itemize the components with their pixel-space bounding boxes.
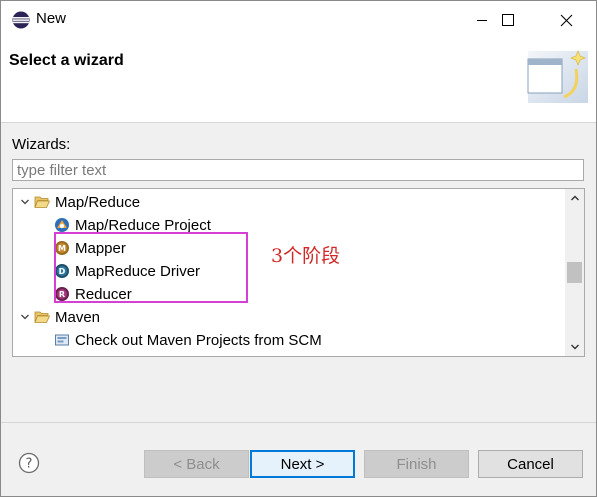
tree-item-mapreduce[interactable]: Map/Reduce: [17, 191, 140, 213]
back-button[interactable]: < Back: [144, 450, 249, 478]
folder-open-icon: [33, 309, 50, 326]
footer-separator: [1, 422, 596, 423]
close-button[interactable]: [543, 1, 589, 39]
cancel-button[interactable]: Cancel: [478, 450, 583, 478]
tree-item-label: Map/Reduce Project: [75, 216, 211, 234]
filter-input[interactable]: [12, 159, 584, 181]
chevron-up-icon: [570, 195, 579, 201]
annotation-label: 3个阶段: [271, 245, 341, 267]
scroll-up-button[interactable]: [565, 189, 584, 207]
tree-item-partial[interactable]: [53, 352, 75, 357]
chevron-down-icon[interactable]: [17, 312, 33, 322]
chevron-down-icon: [570, 344, 579, 350]
next-button[interactable]: Next >: [250, 450, 355, 478]
tree-item-maven-checkout[interactable]: Check out Maven Projects from SCM: [53, 329, 322, 351]
tree-item-label: Reducer: [75, 285, 132, 303]
svg-text:R: R: [58, 290, 64, 299]
maven-project-icon: [53, 355, 70, 357]
new-wizard-banner-icon: [527, 50, 588, 103]
svg-text:M: M: [58, 244, 66, 253]
tree-item-mapreduce-driver[interactable]: D MapReduce Driver: [53, 260, 200, 282]
finish-button[interactable]: Finish: [364, 450, 469, 478]
close-icon: [560, 14, 572, 26]
title-bar: New: [1, 1, 596, 39]
tree-item-label: Mapper: [75, 239, 126, 257]
mapreduce-project-icon: [53, 217, 70, 234]
eclipse-icon: [12, 11, 30, 29]
wizard-tree[interactable]: Map/Reduce Map/Reduce Project M Mapper D…: [12, 188, 585, 357]
tree-scrollbar[interactable]: [565, 189, 584, 356]
chevron-down-icon[interactable]: [17, 197, 33, 207]
page-title: Select a wizard: [9, 52, 124, 69]
tree-item-label: Maven: [55, 308, 101, 326]
tree-item-mapreduce-project[interactable]: Map/Reduce Project: [53, 214, 211, 236]
tree-item-maven[interactable]: Maven: [17, 306, 100, 328]
new-wizard-dialog: New Select a wizard Wizards: type filter…: [0, 0, 597, 497]
maven-checkout-icon: [53, 332, 70, 349]
wizard-header: Select a wizard: [1, 39, 596, 123]
svg-text:?: ?: [26, 457, 33, 472]
svg-text:D: D: [58, 267, 65, 276]
wizards-label: Wizards:: [12, 136, 71, 153]
tree-item-label: Map/Reduce: [55, 193, 141, 211]
maximize-button[interactable]: [485, 1, 531, 39]
scroll-down-button[interactable]: [565, 338, 584, 356]
tree-item-reducer[interactable]: R Reducer: [53, 283, 132, 305]
driver-icon: D: [53, 263, 70, 280]
maximize-icon: [502, 14, 514, 26]
help-icon[interactable]: ?: [18, 452, 40, 474]
tree-item-label: Check out Maven Projects from SCM: [75, 331, 322, 349]
folder-open-icon: [33, 194, 50, 211]
tree-item-mapper[interactable]: M Mapper: [53, 237, 126, 259]
scroll-thumb[interactable]: [567, 262, 582, 283]
window-title: New: [36, 10, 67, 27]
mapper-icon: M: [53, 240, 70, 257]
tree-item-label: MapReduce Driver: [75, 262, 201, 280]
reducer-icon: R: [53, 286, 70, 303]
